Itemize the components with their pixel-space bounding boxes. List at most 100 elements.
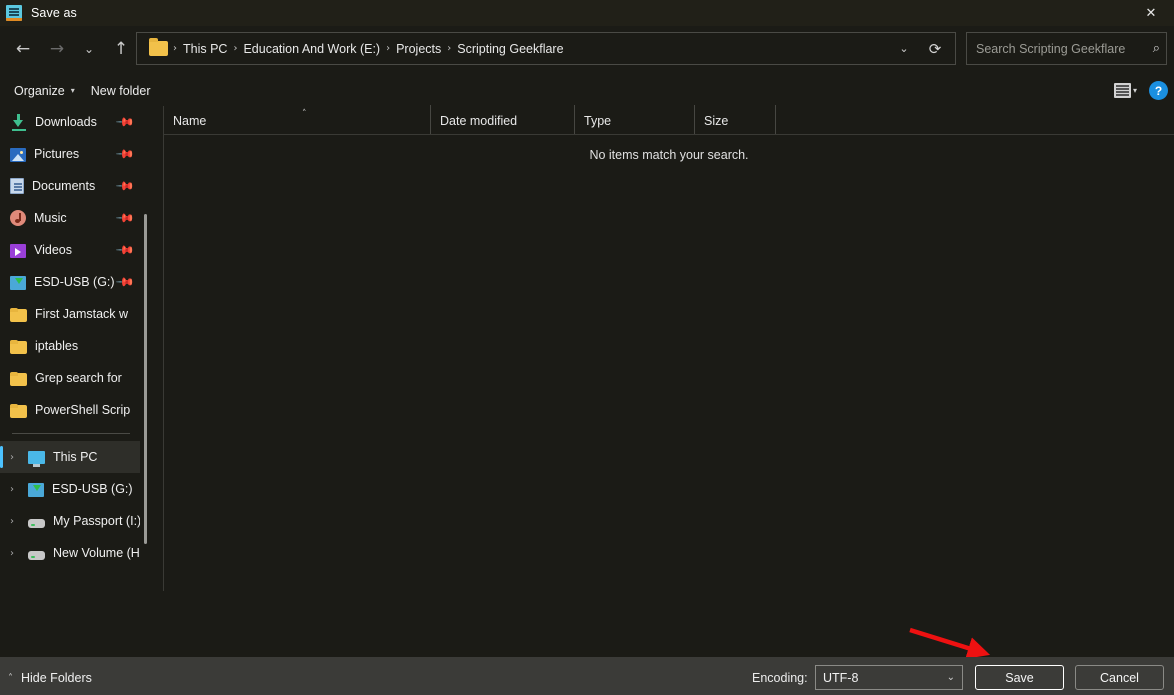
breadcrumb-item-this-pc[interactable]: This PC xyxy=(178,42,232,56)
sidebar-separator xyxy=(12,433,130,434)
save-button[interactable]: Save xyxy=(975,665,1064,690)
sort-ascending-icon: ˄ xyxy=(302,109,307,119)
empty-state-message: No items match your search. xyxy=(589,148,749,162)
chevron-down-icon: ⌄ xyxy=(946,672,955,683)
hide-folders-label: Hide Folders xyxy=(21,671,92,685)
sidebar-item-downloads[interactable]: Downloads 📌 xyxy=(0,106,140,138)
column-label: Date modified xyxy=(440,114,518,128)
sidebar-item-label: PowerShell Scrip xyxy=(35,403,131,417)
refresh-icon[interactable]: ⟳ xyxy=(919,33,951,64)
this-pc-icon xyxy=(28,451,45,467)
chevron-down-icon[interactable]: ▾ xyxy=(1133,86,1137,95)
breadcrumb-item-education-and-work[interactable]: Education And Work (E:) xyxy=(238,42,385,56)
chevron-right-icon[interactable]: › xyxy=(10,484,28,495)
sidebar: Downloads 📌 Pictures 📌 Documents 📌 Music… xyxy=(0,106,140,591)
column-header-size[interactable]: Size xyxy=(694,105,775,134)
sidebar-item-label: Pictures xyxy=(34,147,80,161)
sidebar-item-label: ESD-USB (G:) xyxy=(34,275,115,289)
videos-icon xyxy=(10,244,26,258)
chevron-up-icon: ˄ xyxy=(8,672,13,684)
up-button[interactable]: ↑ xyxy=(104,33,138,65)
drive-icon xyxy=(28,518,45,528)
pin-icon[interactable]: 📌 xyxy=(115,240,135,260)
sidebar-item-esd-usb[interactable]: ESD-USB (G:) 📌 xyxy=(0,266,140,298)
chevron-right-icon[interactable]: › xyxy=(10,452,28,463)
downloads-icon xyxy=(10,113,27,131)
pin-icon[interactable]: 📌 xyxy=(115,272,135,292)
organize-label: Organize xyxy=(14,83,65,98)
sidebar-item-music[interactable]: Music 📌 xyxy=(0,202,140,234)
folder-icon xyxy=(10,403,27,418)
help-icon[interactable]: ? xyxy=(1149,81,1168,100)
usb-drive-icon xyxy=(28,483,44,497)
search-icon: ⌕ xyxy=(1152,41,1160,56)
sidebar-scrollbar[interactable] xyxy=(144,214,147,544)
search-input[interactable]: Search Scripting Geekflare ⌕ xyxy=(966,32,1167,65)
sidebar-item-grep-search[interactable]: Grep search for xyxy=(0,362,140,394)
back-button[interactable]: ← xyxy=(6,33,40,65)
close-icon[interactable]: ✕ xyxy=(1128,0,1174,26)
sidebar-item-pictures[interactable]: Pictures 📌 xyxy=(0,138,140,170)
pin-icon[interactable]: 📌 xyxy=(115,176,135,196)
sidebar-item-my-passport[interactable]: › My Passport (I:) xyxy=(0,505,140,537)
folder-icon xyxy=(10,371,27,386)
folder-icon xyxy=(149,38,168,56)
breadcrumb-item-projects[interactable]: Projects xyxy=(391,42,446,56)
hide-folders-button[interactable]: ˄ Hide Folders xyxy=(8,671,92,685)
organize-button[interactable]: Organize ▾ xyxy=(6,84,83,98)
chevron-right-icon[interactable]: › xyxy=(10,516,28,527)
folder-icon xyxy=(10,307,27,322)
sidebar-item-label: Downloads xyxy=(35,115,97,129)
sidebar-item-new-volume[interactable]: › New Volume (H xyxy=(0,537,140,569)
pin-icon[interactable]: 📌 xyxy=(115,208,135,228)
address-bar[interactable]: › This PC › Education And Work (E:) › Pr… xyxy=(136,32,956,65)
recent-locations-button[interactable]: ⌄ xyxy=(74,33,104,65)
sidebar-item-videos[interactable]: Videos 📌 xyxy=(0,234,140,266)
column-header-name[interactable]: ˄ Name xyxy=(164,105,430,134)
toolbar: Organize ▾ New folder ▾ ? xyxy=(0,75,1174,106)
sidebar-item-first-jamstack[interactable]: First Jamstack w xyxy=(0,298,140,330)
file-list-header: ˄ Name Date modified Type Size xyxy=(164,105,1174,135)
sidebar-item-label: Grep search for xyxy=(35,371,122,385)
sidebar-item-powershell-scripts[interactable]: PowerShell Scrip xyxy=(0,394,140,426)
title-bar: Save as ✕ xyxy=(0,0,1174,26)
encoding-value: UTF-8 xyxy=(823,670,859,685)
usb-drive-icon xyxy=(10,276,26,290)
window-title: Save as xyxy=(31,6,77,20)
column-header-type[interactable]: Type xyxy=(574,105,694,134)
sidebar-item-label: Documents xyxy=(32,179,96,193)
sidebar-item-iptables[interactable]: iptables xyxy=(0,330,140,362)
sidebar-divider xyxy=(163,106,164,591)
sidebar-item-label: New Volume (H xyxy=(53,546,140,560)
column-label: Type xyxy=(584,114,612,128)
sidebar-item-esd-usb-tree[interactable]: › ESD-USB (G:) xyxy=(0,473,140,505)
documents-icon xyxy=(10,178,24,194)
sidebar-item-label: ESD-USB (G:) xyxy=(52,482,133,496)
pin-icon[interactable]: 📌 xyxy=(115,144,135,164)
folder-icon xyxy=(10,339,27,354)
pin-icon[interactable]: 📌 xyxy=(115,112,135,132)
column-header-date-modified[interactable]: Date modified xyxy=(430,105,574,134)
sidebar-item-label: Music xyxy=(34,211,67,225)
sidebar-item-label: This PC xyxy=(53,450,98,464)
column-label: Name xyxy=(173,114,207,128)
breadcrumb-item-scripting-geekflare[interactable]: Scripting Geekflare xyxy=(452,42,568,56)
encoding-label: Encoding: xyxy=(752,671,808,685)
sidebar-item-label: iptables xyxy=(35,339,79,353)
chevron-right-icon[interactable]: › xyxy=(10,548,28,559)
chevron-down-icon: ▾ xyxy=(70,86,75,95)
forward-button[interactable]: → xyxy=(40,33,74,65)
encoding-select[interactable]: UTF-8 ⌄ xyxy=(815,665,963,690)
sidebar-item-documents[interactable]: Documents 📌 xyxy=(0,170,140,202)
sidebar-item-this-pc[interactable]: › This PC xyxy=(0,441,140,473)
new-folder-label: New folder xyxy=(90,83,151,98)
music-icon xyxy=(10,210,26,226)
drive-icon xyxy=(28,550,45,560)
chevron-down-icon[interactable]: ⌄ xyxy=(889,33,919,64)
pictures-icon xyxy=(10,148,26,162)
new-folder-button[interactable]: New folder xyxy=(83,84,159,98)
sidebar-item-label: First Jamstack w xyxy=(35,307,129,321)
sidebar-item-label: My Passport (I:) xyxy=(53,514,140,528)
cancel-button[interactable]: Cancel xyxy=(1075,665,1164,690)
view-layout-icon[interactable] xyxy=(1113,83,1131,98)
